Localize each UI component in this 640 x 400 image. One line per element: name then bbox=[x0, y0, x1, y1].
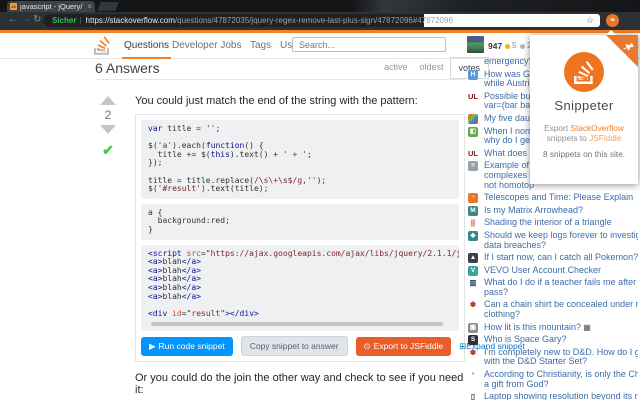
browser-tab[interactable]: JS javascript - jQuery/ × bbox=[7, 1, 95, 12]
tab-active[interactable]: active bbox=[378, 57, 414, 79]
vote-column: 2 ✔ bbox=[96, 96, 120, 159]
url-selection: Sicher | https://stackoverflow.com/quest… bbox=[44, 14, 453, 27]
popup-caret bbox=[606, 30, 616, 35]
site-icon: ✽ bbox=[469, 300, 477, 310]
snippeter-logo-icon bbox=[564, 52, 604, 92]
so-logo-icon[interactable] bbox=[94, 36, 110, 60]
site-icon: H bbox=[468, 69, 478, 80]
hot-question-item[interactable]: ✽Can a chain shirt be concealed under no… bbox=[468, 300, 638, 319]
downvote-icon[interactable] bbox=[100, 125, 116, 134]
export-to-jsfiddle-button[interactable]: ⊙ Export to JSFiddle bbox=[355, 336, 452, 356]
run-code-snippet-button[interactable]: ▶ Run code snippet bbox=[141, 336, 233, 356]
code-snippet-widget: var title = ''; $('a').each(function() {… bbox=[135, 114, 525, 363]
site-icon: S bbox=[468, 335, 478, 346]
jsfiddle-brand: JSFiddle bbox=[589, 133, 622, 143]
code-block-css: a { background:red;} bbox=[141, 203, 459, 240]
hot-question-item[interactable]: ▲ If I start now, can I catch all Pokemon… bbox=[468, 253, 638, 264]
scrollbar-thumb[interactable] bbox=[151, 322, 443, 327]
horizontal-scrollbar[interactable] bbox=[148, 322, 452, 327]
hot-question-item[interactable]: S Who is Space Gary? bbox=[468, 335, 638, 346]
site-icon: ▯ bbox=[470, 392, 476, 400]
nav-item-tags[interactable]: Tags bbox=[250, 40, 271, 51]
site-icon: ▥ bbox=[469, 278, 477, 288]
site-icon: ≡ bbox=[468, 161, 478, 172]
accepted-check-icon: ✔ bbox=[102, 142, 114, 158]
snippeter-popup: Snippeter Export StackOverflow snippets … bbox=[530, 30, 638, 184]
export-icon: ⊙ bbox=[363, 340, 371, 351]
avatar[interactable] bbox=[467, 36, 484, 53]
reputation-count: 947 bbox=[488, 41, 503, 51]
popup-description-line1: Export StackOverflow bbox=[544, 123, 624, 133]
upvote-icon[interactable] bbox=[100, 96, 116, 105]
answer-body: You could just match the end of the stri… bbox=[135, 95, 525, 400]
tab-strip: JS javascript - jQuery/ × bbox=[0, 0, 640, 12]
site-icon bbox=[468, 113, 478, 124]
refresh-icon[interactable]: ↻ bbox=[33, 14, 41, 25]
site-icon: ◆ bbox=[468, 230, 478, 241]
divider bbox=[95, 79, 465, 80]
site-icon: UL bbox=[468, 148, 478, 158]
site-icon: M bbox=[468, 205, 478, 216]
secure-label: Sicher bbox=[52, 16, 77, 25]
answers-heading: 6 Answers bbox=[95, 60, 160, 76]
forward-icon[interactable]: → bbox=[21, 14, 31, 25]
url-bar[interactable]: Sicher | https://stackoverflow.com/quest… bbox=[44, 14, 600, 27]
chart-icon: ▦ bbox=[581, 322, 591, 332]
code-block-html: <script src="https://ajax.googleapis.com… bbox=[141, 244, 459, 332]
back-icon[interactable]: ← bbox=[8, 14, 18, 25]
popup-description-line2: snippets to JSFiddle bbox=[546, 133, 622, 143]
site-icon: ◧ bbox=[468, 126, 478, 137]
hot-question-item[interactable]: ▣ How lit is this mountain? ▦ bbox=[468, 322, 638, 333]
tab-title: javascript - jQuery/ bbox=[20, 2, 83, 11]
new-tab-button[interactable] bbox=[97, 2, 119, 11]
hot-question-item[interactable]: ◔ Telescopes and Time: Please Explain bbox=[468, 193, 638, 204]
snippet-buttons: ▶ Run code snippet Copy snippet to answer… bbox=[141, 336, 525, 357]
site-icon: || bbox=[470, 218, 476, 228]
url-path: /questions/47872035/jquery-regex-remove-… bbox=[174, 16, 453, 25]
tab-close-icon[interactable]: × bbox=[87, 2, 92, 11]
site-icon: V bbox=[468, 265, 478, 276]
hot-question-item[interactable]: M Is my Matrix Arrowhead? bbox=[468, 205, 638, 216]
browser-window: JS javascript - jQuery/ × ← → ↻ Sicher |… bbox=[0, 0, 640, 400]
hot-question-item[interactable]: * According to Christianity, is only the … bbox=[468, 370, 638, 389]
url-host: https://stackoverflow.com bbox=[85, 16, 175, 25]
gold-badge-count: 5 bbox=[512, 41, 517, 50]
hot-question-item[interactable]: V VEVO User Account Checker bbox=[468, 265, 638, 276]
site-icon: ✽ bbox=[469, 347, 477, 357]
copy-snippet-button[interactable]: Copy snippet to answer bbox=[240, 336, 348, 357]
silver-badge-icon bbox=[520, 44, 525, 49]
hot-question-item[interactable]: ✽I'm completely new to D&D. How do I get… bbox=[468, 348, 638, 367]
hot-question-item[interactable]: ▯Laptop showing resolution beyond its no… bbox=[468, 392, 638, 400]
answer-intro: You could just match the end of the stri… bbox=[135, 95, 418, 107]
tab-oldest[interactable]: oldest bbox=[414, 57, 450, 79]
nav-item-developer-jobs[interactable]: Developer Jobs bbox=[172, 40, 241, 51]
tab-favicon: JS bbox=[10, 3, 17, 10]
search-input[interactable] bbox=[292, 37, 446, 52]
stackoverflow-brand: StackOverflow bbox=[570, 123, 624, 133]
extension-icon[interactable]: ❧ bbox=[606, 14, 619, 27]
url-separator: | bbox=[79, 16, 82, 25]
vote-count: 2 bbox=[104, 108, 112, 122]
bookmark-star-icon[interactable]: ☆ bbox=[586, 15, 594, 26]
hot-question-item[interactable]: ◆Should we keep logs forever to investig… bbox=[468, 230, 638, 250]
popup-snippet-count: 8 snippets on this site. bbox=[542, 149, 626, 159]
site-icon: UL bbox=[468, 91, 478, 101]
nav-item-questions[interactable]: Questions bbox=[121, 40, 172, 59]
play-icon: ▶ bbox=[149, 340, 156, 351]
popup-title: Snippeter bbox=[554, 98, 614, 113]
site-icon: ▲ bbox=[468, 253, 478, 264]
hot-question-item[interactable]: ▥ What do I do if a teacher fails me afte… bbox=[468, 278, 638, 297]
gold-badge-icon bbox=[505, 44, 510, 49]
site-icon: ◔ bbox=[468, 193, 478, 204]
answer-outro: Or you could do the join the other way a… bbox=[135, 372, 464, 397]
site-icon: ▣ bbox=[468, 322, 478, 333]
site-icon: * bbox=[471, 370, 475, 380]
code-block-js: var title = ''; $('a').each(function() {… bbox=[141, 120, 459, 199]
browser-toolbar: ← → ↻ Sicher | https://stackoverflow.com… bbox=[0, 12, 640, 30]
hot-question-item[interactable]: || Shading the interior of a triangle bbox=[468, 218, 638, 228]
